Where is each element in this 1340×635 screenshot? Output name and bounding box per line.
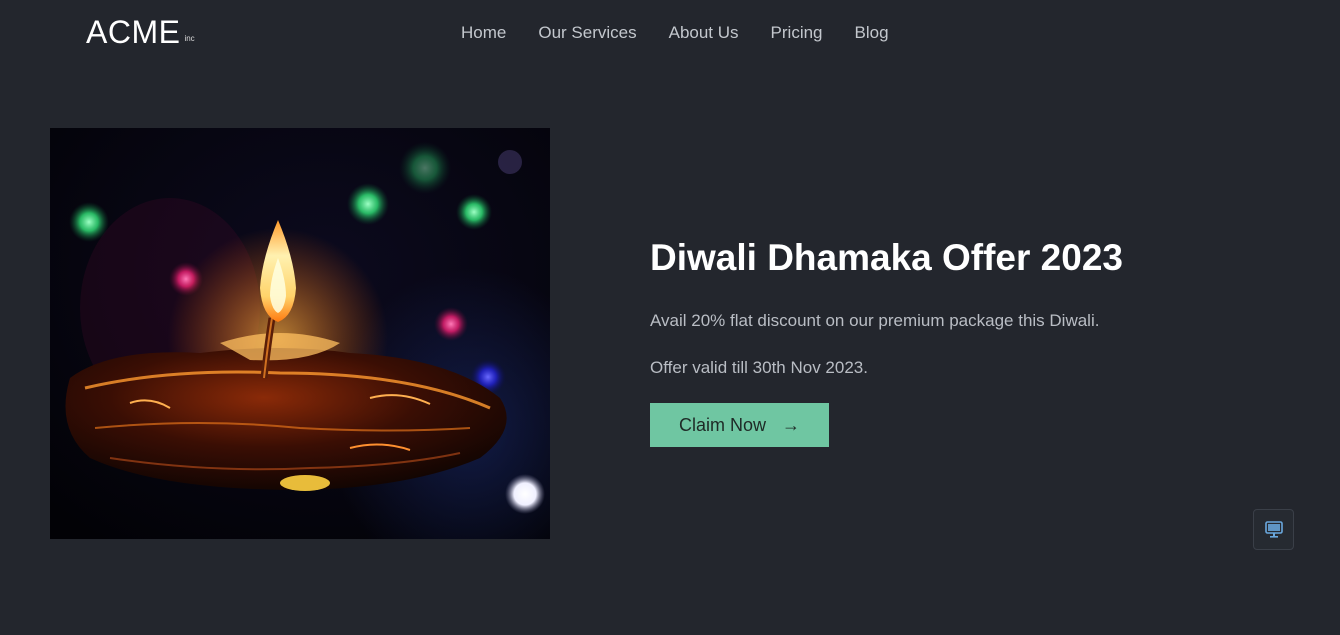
brand-name: ACME: [86, 14, 181, 50]
claim-now-button[interactable]: Claim Now →: [650, 403, 829, 447]
main-nav: Home Our Services About Us Pricing Blog: [461, 22, 889, 44]
diya-lamp-photo: [50, 128, 550, 539]
monitor-icon: [1264, 521, 1283, 538]
hero-title: Diwali Dhamaka Offer 2023: [650, 237, 1123, 278]
nav-item-blog[interactable]: Blog: [855, 22, 889, 44]
brand-logo[interactable]: ACME inc: [86, 14, 195, 50]
display-settings-button[interactable]: [1253, 509, 1294, 550]
nav-item-pricing[interactable]: Pricing: [771, 22, 823, 44]
nav-item-home[interactable]: Home: [461, 22, 506, 44]
hero-description: Avail 20% flat discount on our premium p…: [650, 311, 1100, 330]
brand-suffix: inc: [184, 34, 195, 43]
claim-now-label: Claim Now: [678, 414, 766, 435]
nav-item-our-services[interactable]: Our Services: [538, 22, 636, 44]
hero-image: [50, 128, 550, 539]
arrow-right-icon: →: [782, 414, 800, 435]
hero-validity: Offer valid till 30th Nov 2023.: [650, 358, 868, 377]
page: ACME inc Home Our Services About Us Pric…: [0, 0, 1340, 635]
nav-item-about-us[interactable]: About Us: [669, 22, 739, 44]
